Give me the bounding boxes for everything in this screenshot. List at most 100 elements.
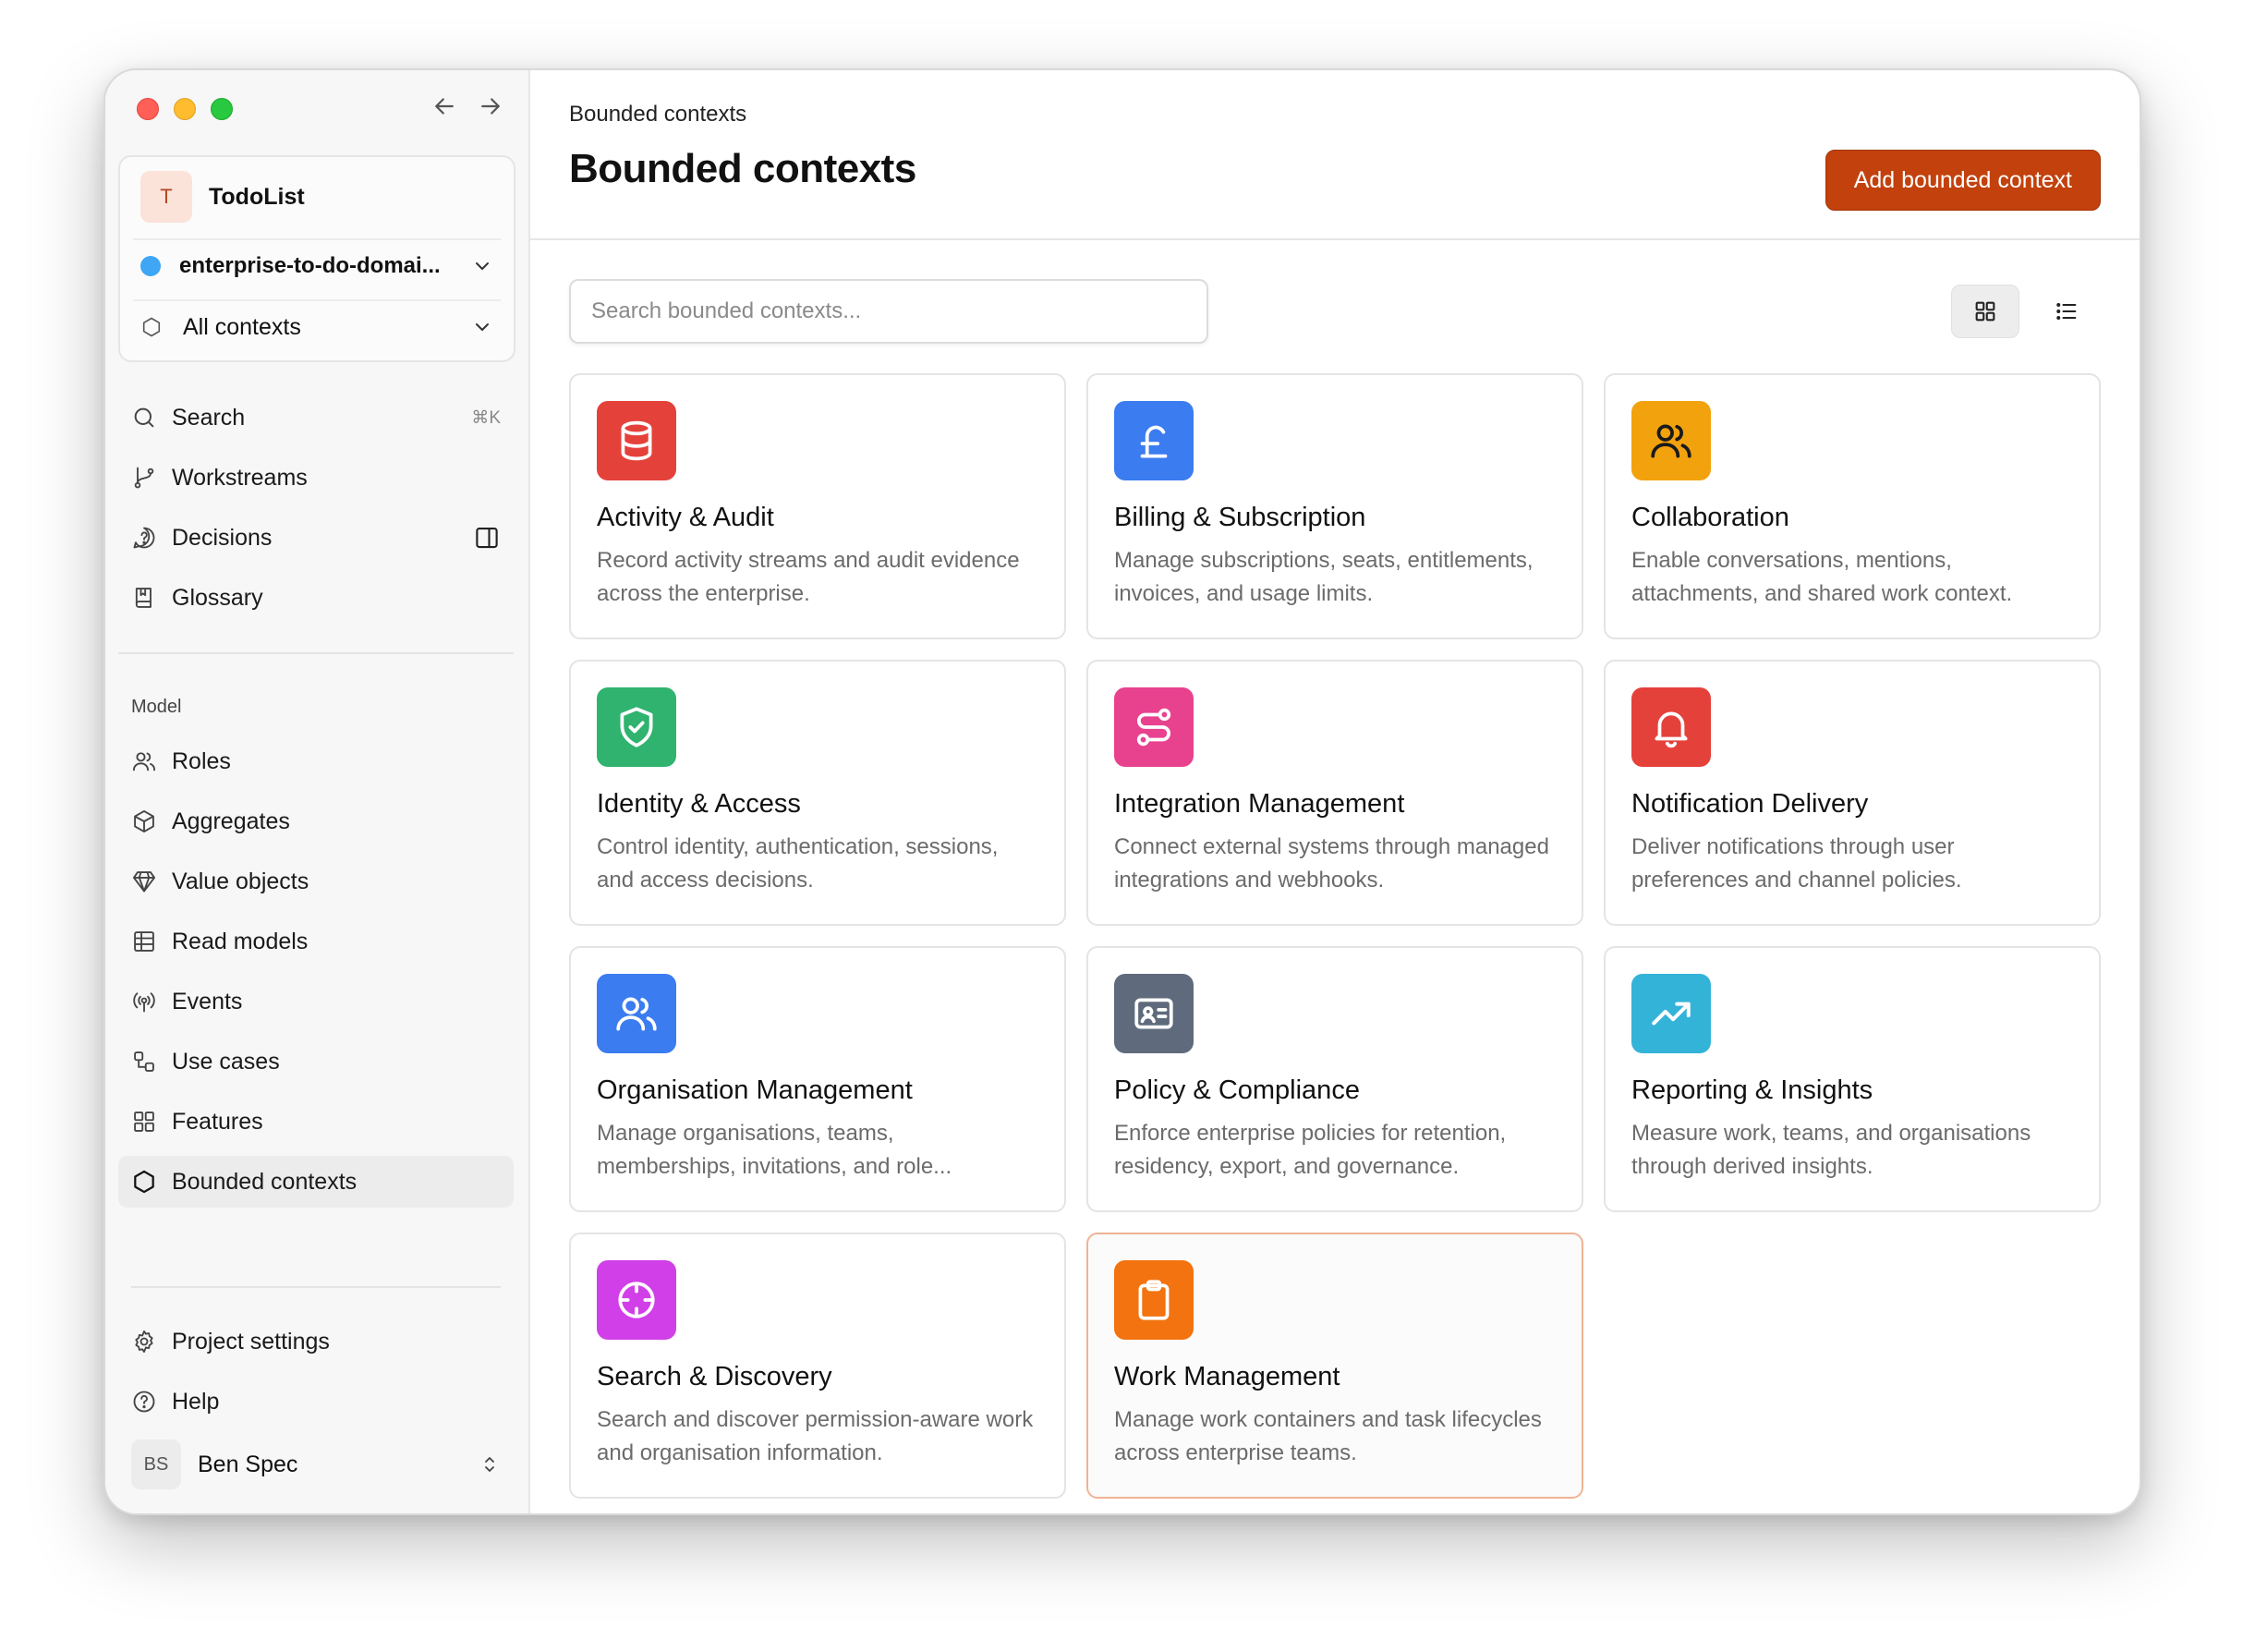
search-icon <box>131 405 157 431</box>
user-menu[interactable]: BS Ben Spec <box>118 1434 514 1495</box>
nav-item-label: Aggregates <box>172 808 290 834</box>
page-header: Bounded contexts Bounded contexts Add bo… <box>530 70 2140 240</box>
context-card-work-management[interactable]: Work Management Manage work containers a… <box>1086 1233 1583 1499</box>
nav-item-label: Value objects <box>172 868 309 894</box>
nav-item-value-objects[interactable]: Value objects <box>118 856 514 907</box>
chevron-up-down-icon <box>485 1457 494 1472</box>
workflow-icon <box>131 1049 157 1075</box>
main-navigation: Search ⌘K Workstreams Decisions Glossary <box>118 392 514 632</box>
nav-item-search[interactable]: Search ⌘K <box>118 392 514 443</box>
window-controls <box>137 98 233 120</box>
nav-item-label: Features <box>172 1108 263 1135</box>
nav-item-help[interactable]: Help <box>118 1376 514 1427</box>
nav-item-label: Roles <box>172 747 231 774</box>
card-icon-tile <box>1631 401 1711 480</box>
hexagon-icon <box>131 1169 157 1195</box>
minimize-window-button[interactable] <box>174 98 196 120</box>
nav-item-features[interactable]: Features <box>118 1096 514 1148</box>
bounded-contexts-grid: Activity & Audit Record activity streams… <box>569 373 2101 1499</box>
nav-item-label: Events <box>172 988 243 1014</box>
list-icon <box>2056 303 2077 320</box>
nav-item-label: Glossary <box>172 584 263 611</box>
grid-view-button[interactable] <box>1951 285 2019 338</box>
context-card-notification-delivery[interactable]: Notification Delivery Deliver notificati… <box>1604 660 2101 926</box>
card-title: Billing & Subscription <box>1114 503 1366 532</box>
add-bounded-context-button[interactable]: Add bounded context <box>1825 150 2101 211</box>
zoom-window-button[interactable] <box>211 98 233 120</box>
list-view-button[interactable] <box>2032 285 2101 338</box>
card-title: Work Management <box>1114 1362 1340 1391</box>
context-card-policy-compliance[interactable]: Policy & Compliance Enforce enterprise p… <box>1086 946 1583 1212</box>
breadcrumb[interactable]: Bounded contexts <box>569 102 746 128</box>
workspace-switcher: T TodoList enterprise-to-do-domai... All… <box>118 155 515 362</box>
card-title: Reporting & Insights <box>1631 1075 1873 1105</box>
back-arrow-icon[interactable] <box>430 92 458 120</box>
nav-item-roles[interactable]: Roles <box>118 735 514 787</box>
nav-item-decisions[interactable]: Decisions <box>118 512 514 564</box>
card-title: Search & Discovery <box>597 1362 832 1391</box>
context-filter-label: All contexts <box>183 313 301 340</box>
sidebar-divider <box>118 652 514 654</box>
card-title: Policy & Compliance <box>1114 1075 1360 1105</box>
card-icon-tile <box>597 974 676 1053</box>
project-selector[interactable]: T TodoList <box>120 170 514 224</box>
context-card-search-discovery[interactable]: Search & Discovery Search and discover p… <box>569 1233 1066 1499</box>
card-description: Manage organisations, teams, memberships… <box>597 1121 952 1179</box>
nav-item-label: Bounded contexts <box>172 1168 358 1195</box>
git-branch-icon <box>131 465 157 491</box>
nav-item-glossary[interactable]: Glossary <box>118 572 514 624</box>
nav-item-label: Read models <box>172 928 309 954</box>
nav-item-use-cases[interactable]: Use cases <box>118 1036 514 1087</box>
close-window-button[interactable] <box>137 98 159 120</box>
forward-arrow-icon[interactable] <box>477 92 504 120</box>
section-label-model: Model <box>131 697 182 717</box>
database-icon <box>621 420 652 461</box>
model-navigation: Roles Aggregates Value objects Read mode… <box>118 735 514 1216</box>
book-icon <box>131 585 157 611</box>
nav-item-label: Use cases <box>172 1048 280 1075</box>
card-icon-tile <box>1114 401 1194 480</box>
domain-selector[interactable]: enterprise-to-do-domai... <box>133 238 501 292</box>
clipboard-icon <box>1138 1280 1170 1320</box>
context-card-integration-management[interactable]: Integration Management Connect external … <box>1086 660 1583 926</box>
card-icon-tile <box>1114 974 1194 1053</box>
nav-item-read-models[interactable]: Read models <box>118 916 514 967</box>
trending-up-icon <box>1652 1002 1691 1026</box>
card-description: Manage subscriptions, seats, entitlement… <box>1114 548 1534 606</box>
view-toggle <box>1951 285 2101 338</box>
nav-item-label: Decisions <box>172 524 273 551</box>
footer-navigation: Project settings Help <box>118 1316 514 1436</box>
question-bubble-icon <box>131 525 157 551</box>
sidebar-divider <box>131 1286 501 1288</box>
id-card-icon <box>1134 998 1173 1029</box>
card-title: Identity & Access <box>597 789 801 819</box>
broadcast-icon <box>131 989 157 1014</box>
hexagon-icon <box>142 317 161 337</box>
nav-item-workstreams[interactable]: Workstreams <box>118 452 514 504</box>
context-filter-selector[interactable]: All contexts <box>133 299 501 353</box>
card-title: Organisation Management <box>597 1075 913 1105</box>
context-card-collaboration[interactable]: Collaboration Enable conversations, ment… <box>1604 373 2101 639</box>
nav-item-events[interactable]: Events <box>118 976 514 1027</box>
card-icon-tile <box>1631 974 1711 1053</box>
table-icon <box>131 929 157 954</box>
card-description: Manage work containers and task lifecycl… <box>1114 1407 1542 1465</box>
context-card-billing-subscription[interactable]: Billing & Subscription Manage subscripti… <box>1086 373 1583 639</box>
card-icon-tile <box>1114 1260 1194 1340</box>
domain-name: enterprise-to-do-domai... <box>179 253 441 278</box>
context-card-activity-audit[interactable]: Activity & Audit Record activity streams… <box>569 373 1066 639</box>
card-description: Deliver notifications through user prefe… <box>1631 834 1962 893</box>
context-card-reporting-insights[interactable]: Reporting & Insights Measure work, teams… <box>1604 946 2101 1212</box>
search-input[interactable] <box>569 279 1208 344</box>
grid-icon <box>1975 301 1995 322</box>
pound-icon <box>1140 425 1168 458</box>
card-description: Enable conversations, mentions, attachme… <box>1631 548 2013 606</box>
context-card-identity-access[interactable]: Identity & Access Control identity, auth… <box>569 660 1066 926</box>
nav-item-bounded-contexts[interactable]: Bounded contexts <box>118 1156 514 1208</box>
sidebar-toggle-icon[interactable] <box>473 524 501 552</box>
cube-icon <box>131 808 157 834</box>
card-icon-tile <box>597 1260 676 1340</box>
nav-item-aggregates[interactable]: Aggregates <box>118 796 514 847</box>
context-card-organisation-management[interactable]: Organisation Management Manage organisat… <box>569 946 1066 1212</box>
nav-item-project-settings[interactable]: Project settings <box>118 1316 514 1367</box>
